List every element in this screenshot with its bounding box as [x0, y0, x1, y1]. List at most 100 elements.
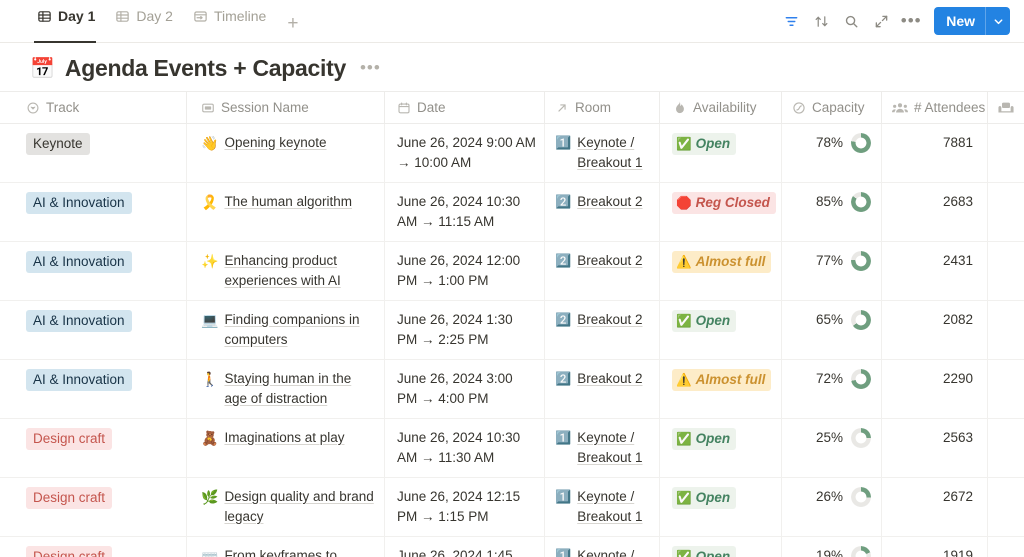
table-row[interactable]: Design craft🌿Design quality and brand le… — [0, 478, 1024, 537]
cell-availability[interactable]: ✅Open — [660, 478, 782, 536]
session-name-link[interactable]: From keyframes to keycaps — [224, 546, 376, 557]
cell-availability[interactable]: ✅Open — [660, 124, 782, 182]
cell-attendees[interactable]: 7881 — [882, 124, 988, 182]
cell-session-name[interactable]: ⌨️From keyframes to keycaps — [187, 537, 385, 557]
cell-room[interactable]: 1️⃣Keynote / Breakout 1 — [545, 419, 660, 477]
table-row[interactable]: AI & Innovation🚶Staying human in the age… — [0, 360, 1024, 419]
room-link[interactable]: Keynote / Breakout 1 — [577, 487, 651, 527]
cell-availability[interactable]: ✅Open — [660, 301, 782, 359]
cell-seats[interactable] — [988, 537, 1024, 557]
session-name-link[interactable]: The human algorithm — [224, 192, 352, 212]
table-row[interactable]: Design craft⌨️From keyframes to keycapsJ… — [0, 537, 1024, 557]
cell-capacity[interactable]: 25% — [782, 419, 882, 477]
cell-attendees[interactable]: 2082 — [882, 301, 988, 359]
cell-seats[interactable] — [988, 124, 1024, 182]
more-options-icon[interactable]: ••• — [898, 8, 924, 34]
room-link[interactable]: Breakout 2 — [577, 369, 642, 389]
session-name-link[interactable]: Imaginations at play — [224, 428, 344, 448]
session-name-link[interactable]: Opening keynote — [224, 133, 326, 153]
room-link[interactable]: Breakout 2 — [577, 310, 642, 330]
cell-seats[interactable] — [988, 478, 1024, 536]
cell-seats[interactable] — [988, 183, 1024, 241]
cell-date[interactable]: June 26, 2024 10:30 AM → 11:15 AM — [385, 183, 545, 241]
room-link[interactable]: Breakout 2 — [577, 251, 642, 271]
column-header-name[interactable]: Session Name — [187, 92, 385, 123]
cell-capacity[interactable]: 72% — [782, 360, 882, 418]
cell-track[interactable]: AI & Innovation — [0, 183, 187, 241]
cell-seats[interactable] — [988, 301, 1024, 359]
cell-capacity[interactable]: 77% — [782, 242, 882, 300]
cell-date[interactable]: June 26, 2024 10:30 AM → 11:30 AM — [385, 419, 545, 477]
cell-date[interactable]: June 26, 2024 1:45 PM → 2:45 PM — [385, 537, 545, 557]
chevron-down-icon[interactable] — [985, 7, 1010, 35]
cell-track[interactable]: Design craft — [0, 537, 187, 557]
cell-seats[interactable] — [988, 360, 1024, 418]
cell-room[interactable]: 1️⃣Keynote / Breakout 1 — [545, 478, 660, 536]
cell-availability[interactable]: 🛑Reg Closed — [660, 183, 782, 241]
cell-room[interactable]: 2️⃣Breakout 2 — [545, 301, 660, 359]
cell-date[interactable]: June 26, 2024 9:00 AM → 10:00 AM — [385, 124, 545, 182]
cell-session-name[interactable]: 🎗️The human algorithm — [187, 183, 385, 241]
cell-capacity[interactable]: 78% — [782, 124, 882, 182]
column-header-capacity[interactable]: Capacity — [782, 92, 882, 123]
new-button[interactable]: New — [934, 7, 1010, 35]
cell-capacity[interactable]: 65% — [782, 301, 882, 359]
cell-capacity[interactable]: 85% — [782, 183, 882, 241]
cell-session-name[interactable]: 💻Finding companions in computers — [187, 301, 385, 359]
cell-date[interactable]: June 26, 2024 12:15 PM → 1:15 PM — [385, 478, 545, 536]
cell-room[interactable]: 2️⃣Breakout 2 — [545, 183, 660, 241]
cell-track[interactable]: Design craft — [0, 478, 187, 536]
cell-date[interactable]: June 26, 2024 3:00 PM → 4:00 PM — [385, 360, 545, 418]
cell-track[interactable]: AI & Innovation — [0, 360, 187, 418]
column-header-seat[interactable] — [988, 92, 1024, 123]
title-more-options-icon[interactable]: ••• — [354, 61, 387, 76]
room-link[interactable]: Keynote / Breakout 1 — [577, 546, 651, 557]
cell-room[interactable]: 2️⃣Breakout 2 — [545, 242, 660, 300]
table-row[interactable]: Keynote👋Opening keynoteJune 26, 2024 9:0… — [0, 124, 1024, 183]
room-link[interactable]: Keynote / Breakout 1 — [577, 133, 651, 173]
cell-attendees[interactable]: 2683 — [882, 183, 988, 241]
cell-availability[interactable]: ⚠️Almost full — [660, 242, 782, 300]
cell-track[interactable]: AI & Innovation — [0, 242, 187, 300]
cell-capacity[interactable]: 19% — [782, 537, 882, 557]
tab-day-2[interactable]: Day 2 — [112, 0, 182, 42]
column-header-avail[interactable]: Availability — [660, 92, 782, 123]
cell-capacity[interactable]: 26% — [782, 478, 882, 536]
search-icon[interactable] — [838, 8, 864, 34]
cell-room[interactable]: 1️⃣Keynote / Breakout 1 — [545, 124, 660, 182]
table-row[interactable]: AI & Innovation✨Enhancing product experi… — [0, 242, 1024, 301]
cell-session-name[interactable]: 🚶Staying human in the age of distraction — [187, 360, 385, 418]
cell-attendees[interactable]: 2672 — [882, 478, 988, 536]
cell-attendees[interactable]: 2290 — [882, 360, 988, 418]
column-header-attendees[interactable]: # Attendees — [882, 92, 988, 123]
table-row[interactable]: Design craft🧸Imaginations at playJune 26… — [0, 419, 1024, 478]
cell-availability[interactable]: ⚠️Almost full — [660, 360, 782, 418]
cell-date[interactable]: June 26, 2024 12:00 PM → 1:00 PM — [385, 242, 545, 300]
cell-track[interactable]: AI & Innovation — [0, 301, 187, 359]
cell-attendees[interactable]: 2431 — [882, 242, 988, 300]
session-name-link[interactable]: Design quality and brand legacy — [224, 487, 376, 527]
cell-seats[interactable] — [988, 242, 1024, 300]
cell-track[interactable]: Keynote — [0, 124, 187, 182]
cell-seats[interactable] — [988, 419, 1024, 477]
room-link[interactable]: Keynote / Breakout 1 — [577, 428, 651, 468]
add-view-button[interactable]: + — [283, 14, 304, 42]
cell-session-name[interactable]: ✨Enhancing product experiences with AI — [187, 242, 385, 300]
cell-date[interactable]: June 26, 2024 1:30 PM → 2:25 PM — [385, 301, 545, 359]
cell-attendees[interactable]: 1919 — [882, 537, 988, 557]
session-name-link[interactable]: Finding companions in computers — [224, 310, 376, 350]
cell-room[interactable]: 2️⃣Breakout 2 — [545, 360, 660, 418]
expand-icon[interactable] — [868, 8, 894, 34]
room-link[interactable]: Breakout 2 — [577, 192, 642, 212]
session-name-link[interactable]: Enhancing product experiences with AI — [224, 251, 376, 291]
column-header-room[interactable]: Room — [545, 92, 660, 123]
column-header-track[interactable]: Track — [0, 92, 187, 123]
cell-availability[interactable]: ✅Open — [660, 419, 782, 477]
cell-room[interactable]: 1️⃣Keynote / Breakout 1 — [545, 537, 660, 557]
cell-track[interactable]: Design craft — [0, 419, 187, 477]
cell-session-name[interactable]: 🧸Imaginations at play — [187, 419, 385, 477]
filter-icon[interactable] — [778, 8, 804, 34]
table-row[interactable]: AI & Innovation🎗️The human algorithmJune… — [0, 183, 1024, 242]
sort-icon[interactable] — [808, 8, 834, 34]
cell-availability[interactable]: ✅Open — [660, 537, 782, 557]
